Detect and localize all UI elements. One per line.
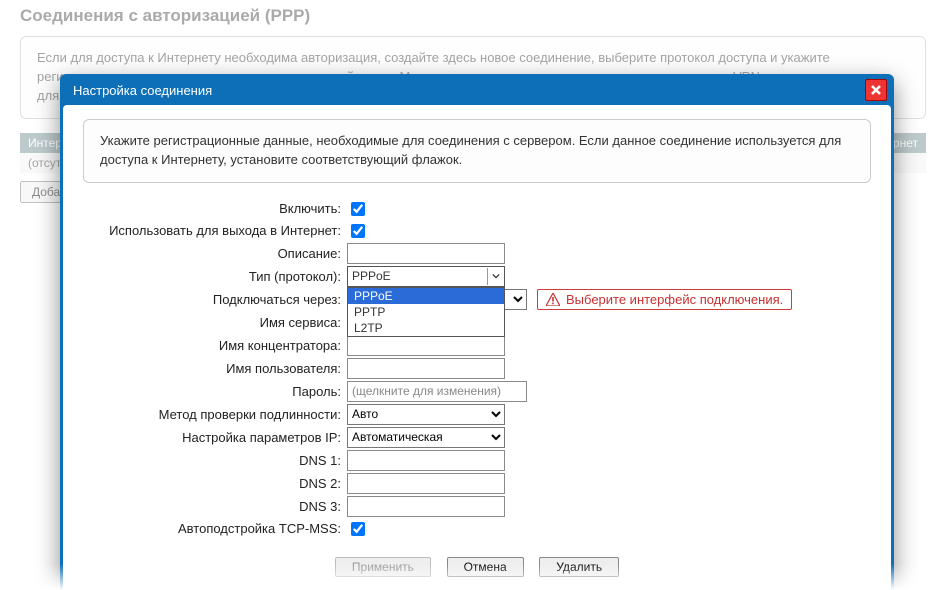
description-input[interactable] <box>347 243 505 264</box>
label-concentrator: Имя концентратора: <box>83 338 347 353</box>
label-username: Имя пользователя: <box>83 361 347 376</box>
password-input[interactable] <box>347 381 527 402</box>
label-tcp-mss: Автоподстройка TCP-MSS: <box>83 521 347 536</box>
dns3-input[interactable] <box>347 496 505 517</box>
connection-settings-modal: Настройка соединения Укажите регистрацио… <box>60 74 894 590</box>
label-description: Описание: <box>83 246 347 261</box>
concentrator-input[interactable] <box>347 335 505 356</box>
label-connect-via: Подключаться через: <box>83 292 347 307</box>
label-dns3: DNS 3: <box>83 499 347 514</box>
label-enable: Включить: <box>83 201 347 216</box>
type-selected-value: PPPoE <box>352 269 391 283</box>
type-select[interactable]: PPPoE PPPoE PPTP L2TP <box>347 266 505 287</box>
tcp-mss-checkbox[interactable] <box>351 522 365 536</box>
label-service-name: Имя сервиса: <box>83 315 347 330</box>
close-button[interactable] <box>865 79 887 101</box>
modal-hint: Укажите регистрационные данные, необходи… <box>83 119 871 183</box>
label-use-internet: Использовать для выхода в Интернет: <box>83 223 347 238</box>
type-dropdown-list: PPPoE PPTP L2TP <box>347 287 505 337</box>
enable-checkbox[interactable] <box>351 202 365 216</box>
modal-title: Настройка соединения <box>73 83 212 98</box>
type-option[interactable]: L2TP <box>348 320 504 336</box>
dns1-input[interactable] <box>347 450 505 471</box>
type-option[interactable]: PPPoE <box>348 288 504 304</box>
interface-warning: Выберите интерфейс подключения. <box>537 289 792 310</box>
label-dns2: DNS 2: <box>83 476 347 491</box>
type-option[interactable]: PPTP <box>348 304 504 320</box>
close-icon <box>870 84 882 96</box>
dns2-input[interactable] <box>347 473 505 494</box>
label-ip: Настройка параметров IP: <box>83 430 347 445</box>
chevron-down-icon <box>487 268 503 285</box>
label-type: Тип (протокол): <box>83 269 347 284</box>
label-auth: Метод проверки подлинности: <box>83 407 347 422</box>
ip-config-select[interactable]: Автоматическая <box>347 427 505 448</box>
use-internet-checkbox[interactable] <box>351 224 365 238</box>
warning-text: Выберите интерфейс подключения. <box>566 292 783 307</box>
auth-method-select[interactable]: Авто <box>347 404 505 425</box>
warning-icon <box>546 293 560 306</box>
label-password: Пароль: <box>83 384 347 399</box>
label-dns1: DNS 1: <box>83 453 347 468</box>
username-input[interactable] <box>347 358 505 379</box>
page-title: Соединения с авторизацией (PPP) <box>20 6 926 26</box>
